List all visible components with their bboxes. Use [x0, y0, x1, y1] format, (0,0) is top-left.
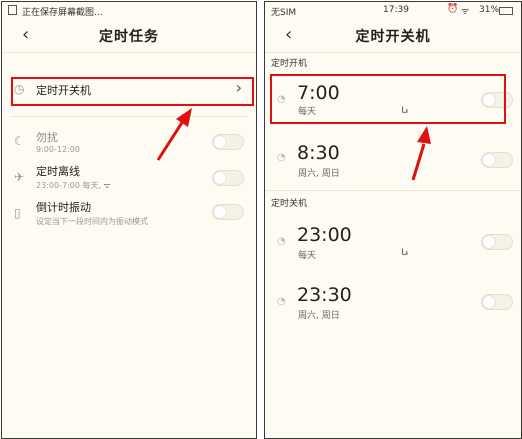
red-arrow	[156, 108, 192, 161]
red-arrow	[411, 126, 431, 181]
left-phone-screen: 正在保存屏幕截图... ‹ 定时任务 ◷ 定时开关机 › ☾ 勿扰 9:00-1…	[1, 1, 257, 439]
right-phone-screen: 无SIM 17:39 ⏰ ᯤ 31% ‹ 定时开关机 定时开机 ◔ 7:00 每…	[264, 1, 522, 439]
